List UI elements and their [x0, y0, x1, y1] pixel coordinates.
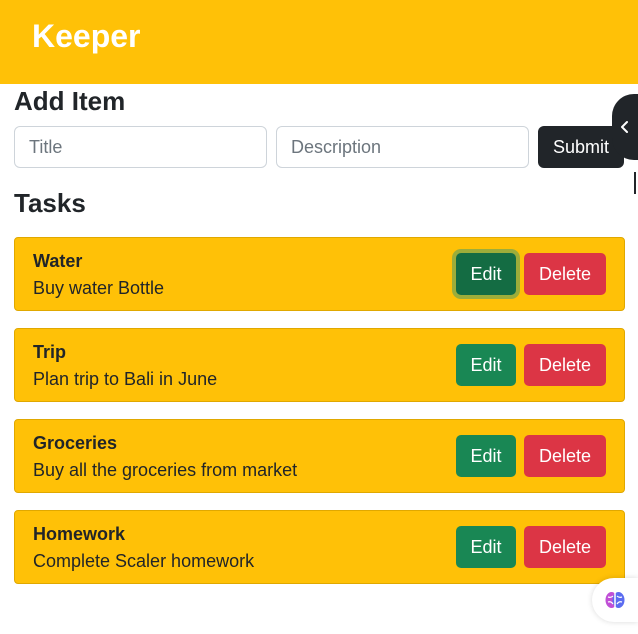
task-title: Homework — [33, 524, 126, 544]
delete-button[interactable]: Delete — [524, 526, 606, 568]
add-item-heading: Add Item — [14, 86, 126, 116]
task-card: Homework Complete Scaler homework Edit D… — [14, 510, 625, 584]
task-description: Plan trip to Bali in June — [33, 369, 218, 389]
extension-button[interactable] — [592, 578, 638, 622]
edit-button[interactable]: Edit — [456, 435, 516, 477]
description-input[interactable] — [276, 126, 529, 168]
task-description: Buy all the groceries from market — [33, 460, 298, 480]
chevron-left-icon — [621, 121, 628, 133]
task-card: Trip Plan trip to Bali in June Edit Dele… — [14, 328, 625, 402]
task-description: Buy water Bottle — [33, 278, 165, 298]
delete-button[interactable]: Delete — [524, 253, 606, 295]
edit-button[interactable]: Edit — [456, 344, 516, 386]
task-card: Groceries Buy all the groceries from mar… — [14, 419, 625, 493]
side-panel-toggle[interactable] — [612, 94, 638, 160]
brand-title: Keeper — [32, 18, 141, 54]
edit-button[interactable]: Edit — [456, 253, 516, 295]
brain-icon — [605, 592, 625, 608]
title-input[interactable] — [14, 126, 267, 168]
delete-button[interactable]: Delete — [524, 435, 606, 477]
task-list: Water Buy water Bottle Edit Delete Trip … — [14, 237, 625, 601]
task-title: Trip — [33, 342, 67, 362]
delete-button[interactable]: Delete — [524, 344, 606, 386]
task-title: Groceries — [33, 433, 118, 453]
task-card: Water Buy water Bottle Edit Delete — [14, 237, 625, 311]
edit-button[interactable]: Edit — [456, 526, 516, 568]
task-title: Water — [33, 251, 83, 271]
edge-handle[interactable] — [634, 172, 638, 194]
tasks-heading: Tasks — [14, 188, 86, 218]
task-description: Complete Scaler homework — [33, 551, 255, 571]
app-header: Keeper — [0, 0, 638, 84]
